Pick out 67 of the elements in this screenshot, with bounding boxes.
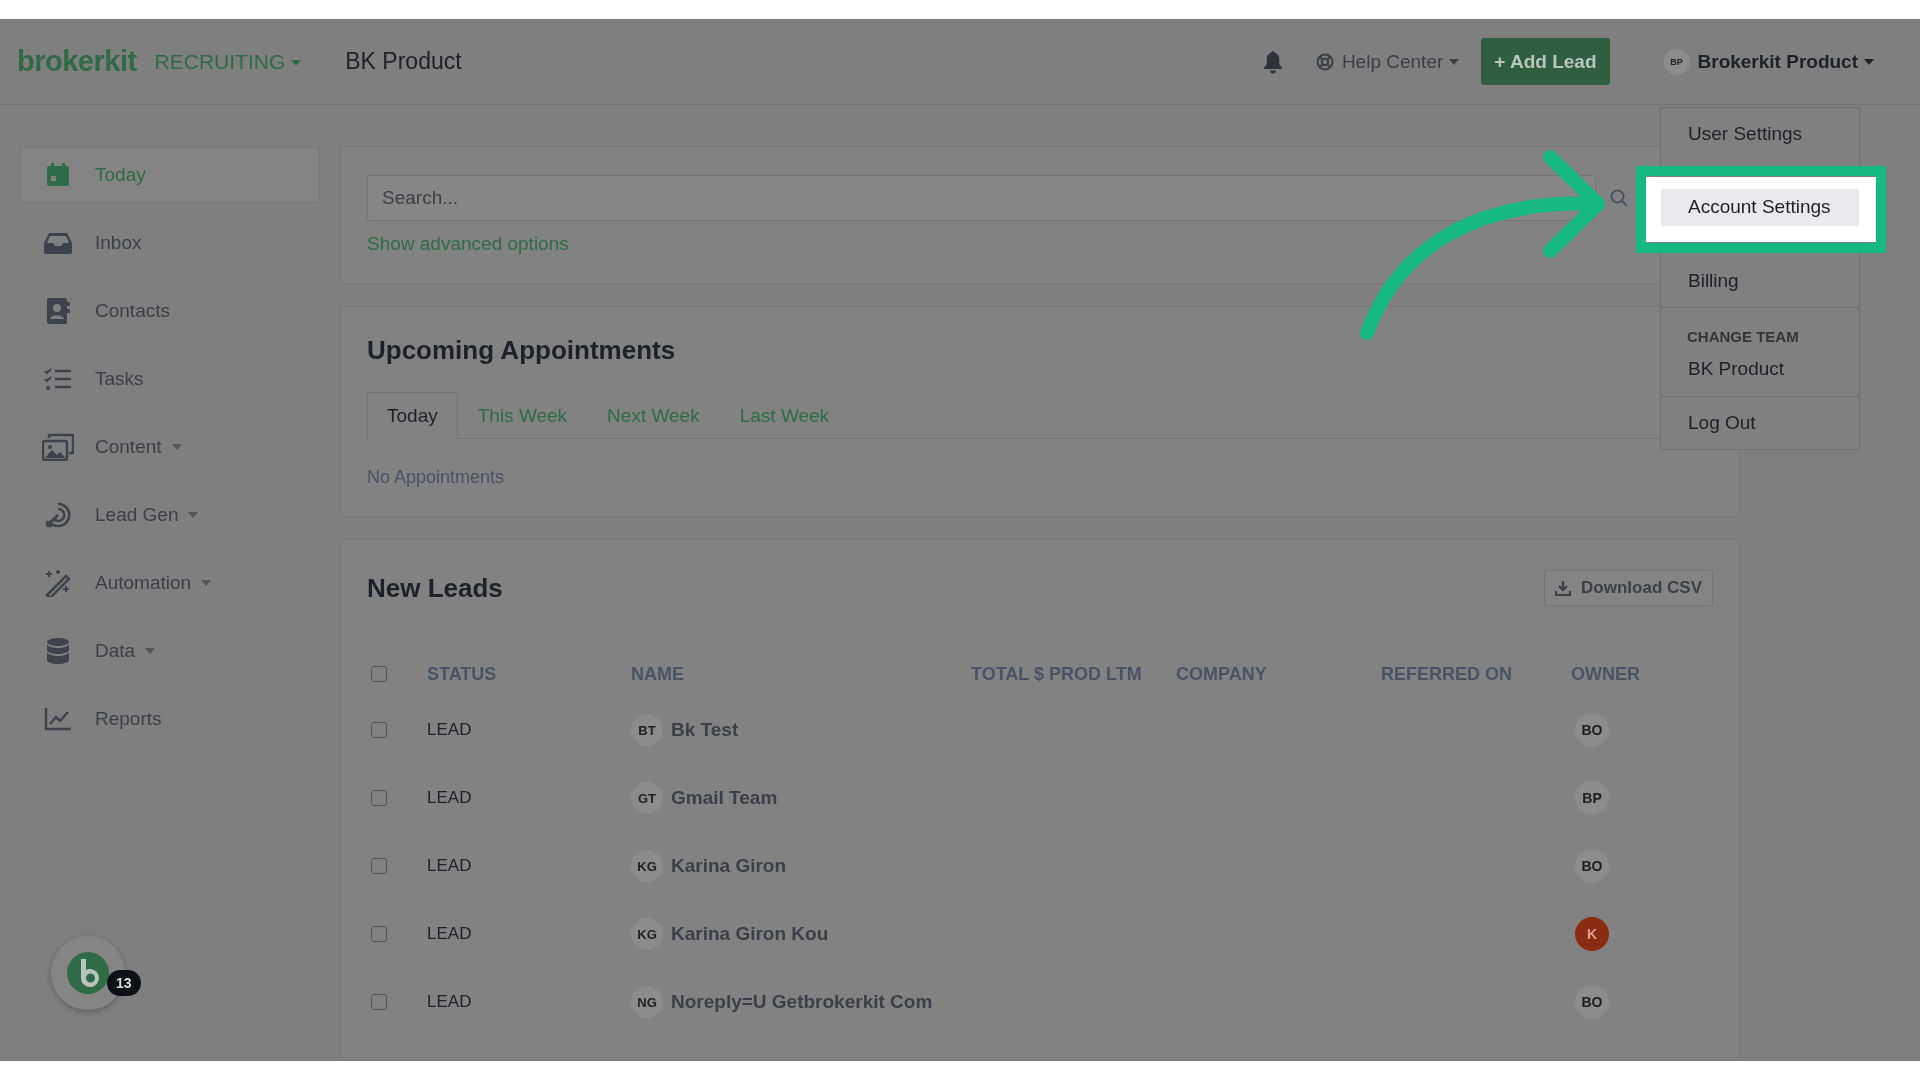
sidebar-label: Lead Gen [95,504,179,526]
lead-avatar: GT [631,782,663,814]
status-text: LEAD [427,788,472,807]
tab[interactable]: Today [367,392,458,439]
card-title: New Leads [367,572,503,604]
lead-name[interactable]: Karina Giron Kou [671,923,829,945]
lead-name[interactable]: Karina Giron [671,855,787,877]
menu-section-label: CHANGE TEAM [1686,326,1800,347]
lead-avatar: KG [631,850,663,882]
status-text: LEAD [427,924,472,943]
sidebar-item[interactable]: Reports [20,691,320,747]
sidebar-label: Today [95,164,146,186]
help-center-button[interactable]: Help Center [1309,49,1466,74]
owner-avatar: BP [1575,781,1609,815]
column-header: OWNER [1571,663,1640,684]
tab[interactable]: Next Week [587,392,720,439]
column-header: COMPANY [1176,663,1267,684]
menu-item[interactable]: User Settings [1661,116,1859,153]
sidebar-label: Inbox [95,232,142,254]
tab[interactable]: This Week [457,392,588,439]
add-lead-button[interactable]: + Add Lead [1481,38,1610,85]
lead-name[interactable]: Gmail Team [671,787,778,809]
lead-name[interactable]: Noreply=U Getbrokerkit Com [671,991,933,1013]
sidebar-item[interactable]: Contacts [20,283,320,339]
advanced-options-link[interactable]: Show advanced options [367,233,569,255]
status-text: LEAD [427,992,472,1011]
column-header: REFERRED ON [1381,663,1512,684]
sidebar-item[interactable]: Lead Gen [20,487,320,543]
owner-avatar: BO [1575,985,1609,1019]
empty-message: No Appointments [367,467,505,488]
menu-item[interactable]: Billing [1661,262,1859,299]
column-header: TOTAL $ PROD LTM [971,663,1142,684]
column-header: STATUS [427,663,497,684]
sidebar-label: Reports [95,708,162,730]
sidebar-label: Automation [95,572,192,594]
column-header: NAME [631,663,684,684]
sidebar-label: Data [95,640,136,662]
lead-avatar: KG [631,918,663,950]
sidebar-item[interactable]: Data [20,623,320,679]
owner-avatar: K [1575,917,1609,951]
menu-item[interactable]: Account Settings [1661,189,1859,226]
search-field[interactable]: Search... [367,175,1596,221]
download-csv-button[interactable]: Download CSV [1544,570,1713,606]
user-menu-button[interactable]: BP Brokerkit Product [1657,47,1880,76]
sidebar-item[interactable]: Content [20,419,320,475]
team-name: BK Product [345,48,462,75]
sidebar-label: Contacts [95,300,170,322]
menu-item[interactable]: Log Out [1661,404,1859,442]
user-avatar: BP [1663,48,1690,75]
status-text: LEAD [427,720,472,739]
lead-avatar: BT [631,714,663,746]
status-text: LEAD [427,856,472,875]
sidebar-label: Content [95,436,162,458]
sidebar-item[interactable]: Today [20,147,320,203]
lead-name[interactable]: Bk Test [671,719,739,741]
sidebar-item[interactable]: Automation [20,555,320,611]
sidebar-item[interactable]: Inbox [20,215,320,271]
tab[interactable]: Last Week [719,392,850,439]
lead-avatar: NG [631,986,663,1018]
owner-avatar: BO [1575,849,1609,883]
sidebar-label: Tasks [95,368,144,390]
logo[interactable]: brokerkit [17,45,137,78]
app-switcher[interactable]: RECRUITING [154,49,302,74]
owner-avatar: BO [1575,713,1609,747]
notification-count: 13 [107,970,141,996]
sidebar-item[interactable]: Tasks [20,351,320,407]
menu-item[interactable]: BK Product [1661,350,1859,388]
